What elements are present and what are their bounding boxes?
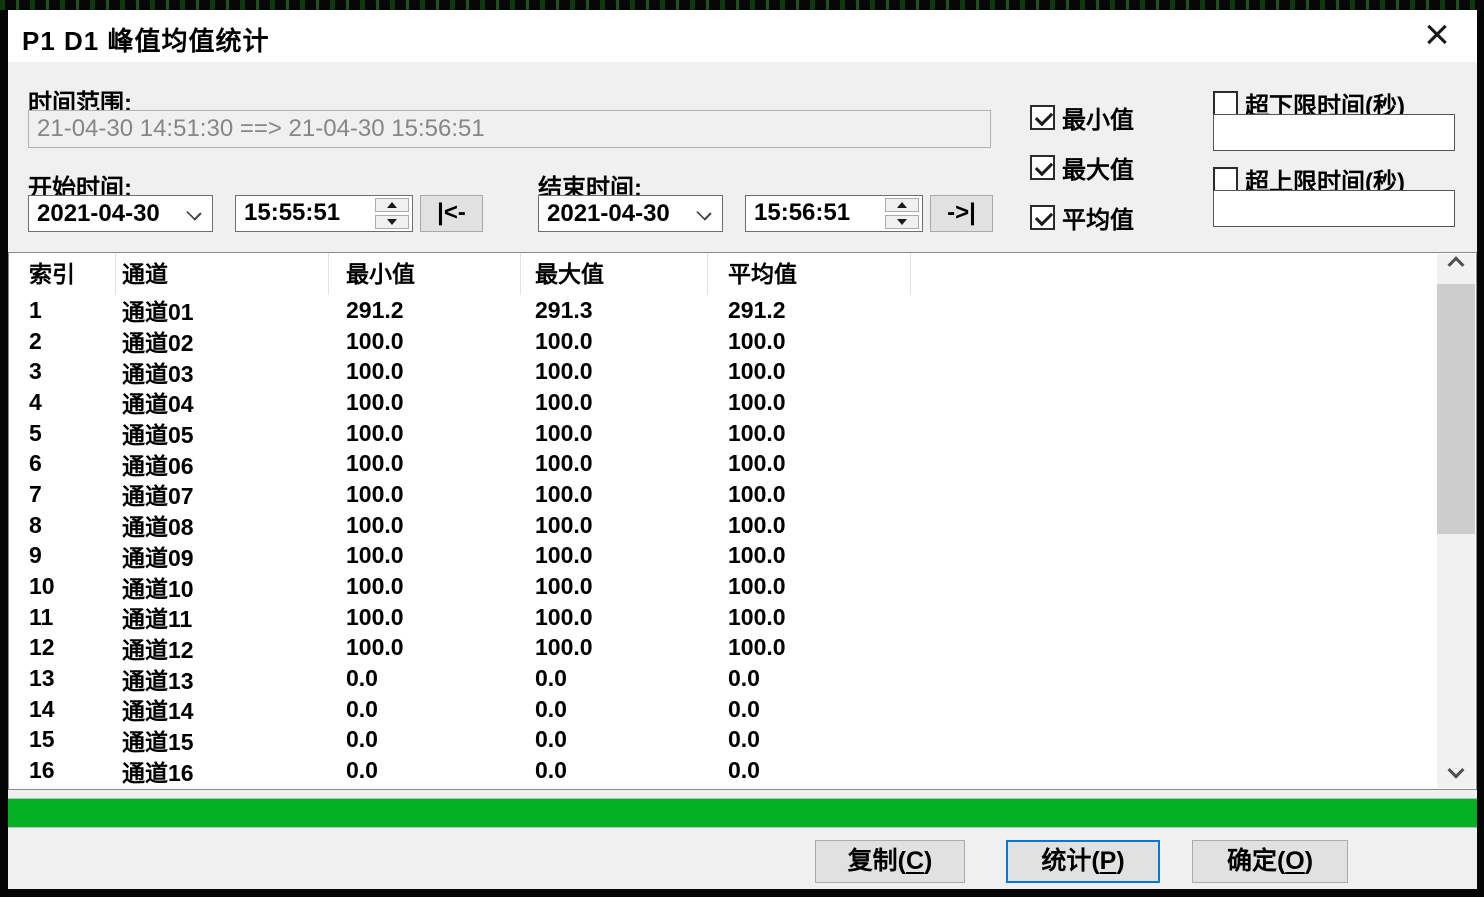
jump-to-end-button[interactable]: ->| xyxy=(930,195,993,232)
table-row[interactable]: 10 通道10 100.0 100.0 100.0 xyxy=(9,571,1437,602)
table-row[interactable]: 12 通道12 100.0 100.0 100.0 xyxy=(9,633,1437,664)
table-row[interactable]: 11 通道11 100.0 100.0 100.0 xyxy=(9,602,1437,633)
end-date-value: 2021-04-30 xyxy=(547,200,670,228)
checkbox-max-label: 最大值 xyxy=(1062,150,1134,185)
table-row[interactable]: 3 通道03 100.0 100.0 100.0 xyxy=(9,356,1437,387)
statistics-button[interactable]: 统计(P) xyxy=(1006,840,1160,883)
chevron-down-icon xyxy=(186,205,201,220)
checkbox-icon xyxy=(1213,167,1238,192)
col-header-max[interactable]: 最大值 xyxy=(521,253,708,295)
start-time-value: 15:55:51 xyxy=(244,199,340,227)
checkbox-icon xyxy=(1030,155,1055,180)
checkbox-icon xyxy=(1213,91,1238,116)
background-app-strip xyxy=(0,0,1484,10)
table-header: 索引 通道 最小值 最大值 平均值 xyxy=(9,253,1437,295)
start-date-value: 2021-04-30 xyxy=(37,200,160,228)
channel-stats-table: 索引 通道 最小值 最大值 平均值 1 通道01 291.2 291.3 291… xyxy=(8,252,1477,790)
col-header-min[interactable]: 最小值 xyxy=(329,253,521,295)
end-time-value: 15:56:51 xyxy=(754,199,850,227)
end-date-dropdown[interactable]: 2021-04-30 xyxy=(538,195,723,232)
table-row[interactable]: 9 通道09 100.0 100.0 100.0 xyxy=(9,541,1437,572)
spin-down-icon[interactable] xyxy=(885,215,919,229)
checkbox-min-label: 最小值 xyxy=(1062,100,1134,135)
table-body: 1 通道01 291.2 291.3 291.2 2 通道02 100.0 10… xyxy=(9,295,1437,789)
table-row[interactable]: 4 通道04 100.0 100.0 100.0 xyxy=(9,387,1437,418)
spin-up-icon[interactable] xyxy=(885,198,919,212)
spin-up-icon[interactable] xyxy=(375,198,409,212)
table-scrollbar[interactable] xyxy=(1437,254,1475,788)
upper-limit-input[interactable] xyxy=(1213,190,1455,227)
checkbox-icon xyxy=(1030,205,1055,230)
col-header-empty xyxy=(911,253,1437,295)
checkbox-max[interactable]: 最大值 xyxy=(1030,150,1134,185)
close-icon[interactable]: × xyxy=(1413,12,1461,60)
progress-fill xyxy=(8,799,1477,827)
title-bar[interactable]: P1 D1 峰值均值统计 × xyxy=(8,10,1477,62)
table-row[interactable]: 6 通道06 100.0 100.0 100.0 xyxy=(9,448,1437,479)
end-time-spinner[interactable]: 15:56:51 xyxy=(745,195,923,232)
copy-button[interactable]: 复制(C) xyxy=(815,840,965,883)
time-range-field: 21-04-30 14:51:30 ==> 21-04-30 15:56:51 xyxy=(28,110,991,148)
lower-limit-input[interactable] xyxy=(1213,114,1455,151)
table-row[interactable]: 1 通道01 291.2 291.3 291.2 xyxy=(9,295,1437,326)
start-time-spinner[interactable]: 15:55:51 xyxy=(235,195,413,232)
col-header-avg[interactable]: 平均值 xyxy=(708,253,911,295)
checkbox-avg[interactable]: 平均值 xyxy=(1030,200,1134,235)
scroll-down-icon[interactable] xyxy=(1437,758,1475,788)
table-row[interactable]: 14 通道14 0.0 0.0 0.0 xyxy=(9,694,1437,725)
ok-button[interactable]: 确定(O) xyxy=(1192,840,1348,883)
table-row[interactable]: 7 通道07 100.0 100.0 100.0 xyxy=(9,479,1437,510)
table-row[interactable]: 15 通道15 0.0 0.0 0.0 xyxy=(9,725,1437,756)
dialog-title: P1 D1 峰值均值统计 xyxy=(22,21,270,58)
table-row[interactable]: 5 通道05 100.0 100.0 100.0 xyxy=(9,418,1437,449)
progress-bar xyxy=(8,798,1477,828)
table-row[interactable]: 8 通道08 100.0 100.0 100.0 xyxy=(9,510,1437,541)
scrollbar-thumb[interactable] xyxy=(1437,284,1475,534)
jump-to-start-button[interactable]: |<- xyxy=(420,195,483,232)
chevron-down-icon xyxy=(696,205,711,220)
col-header-index[interactable]: 索引 xyxy=(9,253,116,295)
spin-down-icon[interactable] xyxy=(375,215,409,229)
checkbox-min[interactable]: 最小值 xyxy=(1030,100,1134,135)
table-row[interactable]: 16 通道16 0.0 0.0 0.0 xyxy=(9,755,1437,786)
checkbox-icon xyxy=(1030,105,1055,130)
scroll-up-icon[interactable] xyxy=(1437,254,1475,284)
table-row[interactable]: 13 通道13 0.0 0.0 0.0 xyxy=(9,663,1437,694)
statistics-dialog: P1 D1 峰值均值统计 × 时间范围: 21-04-30 14:51:30 =… xyxy=(8,10,1477,889)
checkbox-avg-label: 平均值 xyxy=(1062,200,1134,235)
start-date-dropdown[interactable]: 2021-04-30 xyxy=(28,195,213,232)
table-row[interactable]: 2 通道02 100.0 100.0 100.0 xyxy=(9,326,1437,357)
desktop-background: P1 D1 峰值均值统计 × 时间范围: 21-04-30 14:51:30 =… xyxy=(0,0,1484,897)
col-header-channel[interactable]: 通道 xyxy=(116,253,329,295)
